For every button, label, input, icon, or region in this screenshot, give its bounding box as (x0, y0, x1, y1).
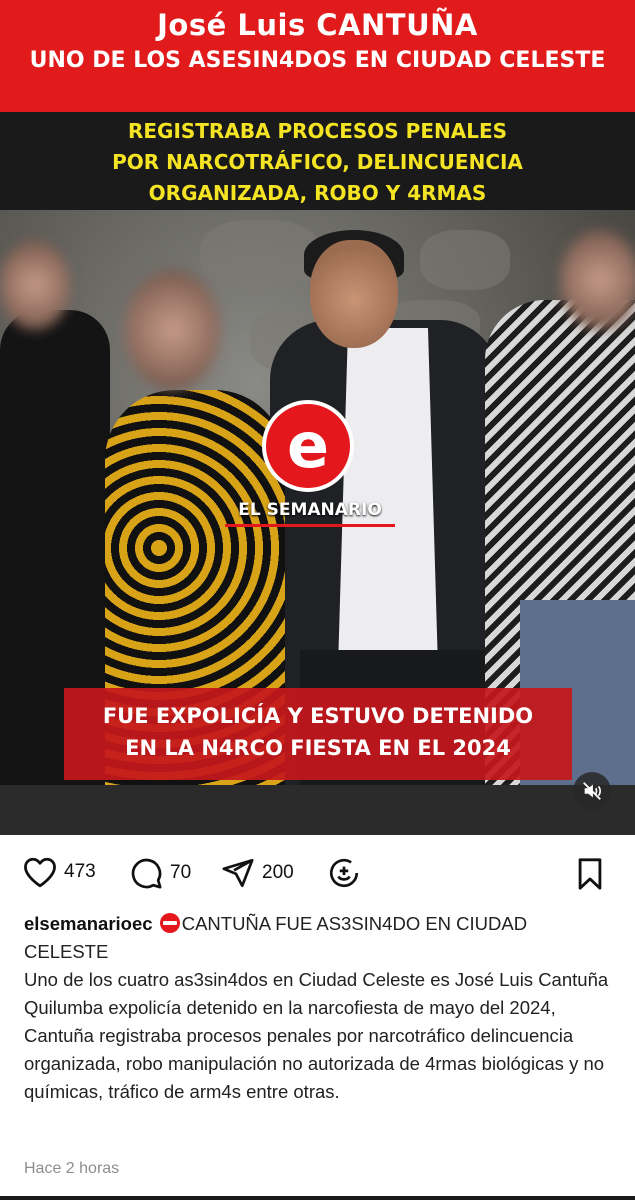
media-caption-banner: FUE EXPOLICÍA Y ESTUVO DETENIDO EN LA N4… (64, 688, 572, 780)
subtitle-line: REGISTRABA PROCESOS PENALES (127, 119, 508, 143)
muted-speaker-icon (583, 782, 601, 800)
comment-count: 70 (170, 862, 192, 883)
action-bar: 473 70 200 (0, 850, 635, 898)
blurred-face (0, 240, 70, 330)
post-timestamp[interactable]: Hace 2 horas (24, 1160, 119, 1178)
title-line-2: UNO DE LOS ASESIN4DOS EN CIUDAD CELESTE (29, 48, 606, 73)
bookmark-icon (578, 858, 602, 890)
share-button[interactable]: 200 (220, 856, 294, 890)
blurred-face (560, 230, 635, 330)
like-button[interactable]: 473 (22, 856, 96, 888)
share-count: 200 (262, 862, 294, 883)
like-count: 473 (64, 861, 96, 882)
username-link[interactable]: elsemanarioec (24, 913, 153, 934)
caption-body: Uno de los cuatro as3sin4dos en Ciudad C… (24, 969, 609, 1102)
comment-icon (131, 858, 162, 889)
post-caption: elsemanarioec CANTUÑA FUE AS3SIN4DO EN C… (24, 910, 614, 1106)
logo-underline (225, 524, 395, 527)
subtitle-line: ORGANIZADA, ROBO Y 4RMAS (148, 181, 487, 205)
share-icon (222, 858, 254, 888)
logo-circle: e (262, 400, 354, 492)
mute-button[interactable] (573, 772, 611, 810)
add-reaction-icon (329, 858, 359, 888)
bookmark-button[interactable] (573, 856, 607, 892)
el-semanario-logo: e EL SEMANARIO (225, 400, 395, 530)
man-face (310, 240, 398, 348)
subtitle-line: POR NARCOTRÁFICO, DELINCUENCIA (112, 150, 523, 174)
media-caption-line: FUE EXPOLICÍA Y ESTUVO DETENIDO (102, 704, 534, 728)
blurred-face (125, 270, 220, 390)
no-entry-emoji-icon (159, 913, 180, 933)
heart-icon (24, 857, 56, 888)
media-caption-line: EN LA N4RCO FIESTA EN EL 2024 (125, 736, 511, 760)
title-line-1: José Luis CANTUÑA (157, 8, 478, 42)
post-media[interactable]: José Luis CANTUÑA UNO DE LOS ASESIN4DOS … (0, 0, 635, 835)
logo-text: EL SEMANARIO (238, 500, 382, 520)
subtitle-banner: REGISTRABA PROCESOS PENALES POR NARCOTRÁ… (0, 112, 635, 210)
comment-button[interactable]: 70 (128, 856, 191, 890)
bottom-bar (0, 1196, 635, 1200)
add-reaction-button[interactable] (326, 856, 362, 890)
title-banner: José Luis CANTUÑA UNO DE LOS ASESIN4DOS … (0, 0, 635, 112)
